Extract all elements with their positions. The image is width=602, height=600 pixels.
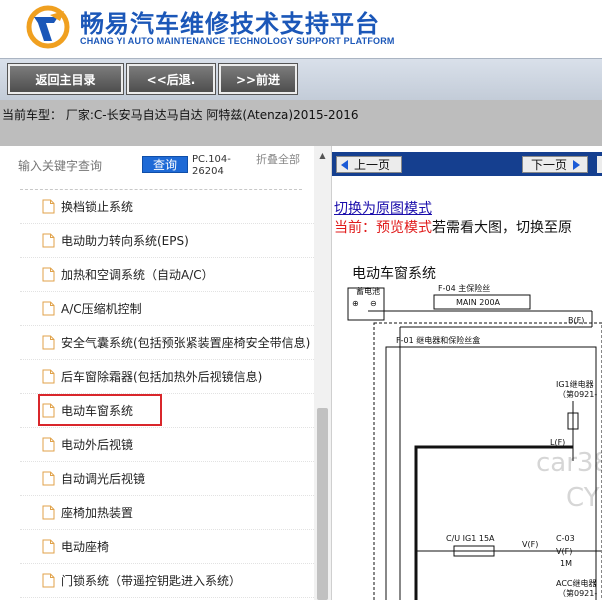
document-icon [42,199,55,214]
forward-button[interactable]: >>前进 [218,63,298,95]
tree-item[interactable]: 座椅加热装置 [20,496,316,530]
document-icon [42,505,55,520]
tree-item[interactable]: 后车窗除霜器(包括加热外后视镜信息) [20,360,316,394]
arrow-right-icon [573,159,581,170]
mode-status-line: 当前：预览模式若需看大图，切换至原 [334,217,572,237]
prev-page-label: 上一页 [354,158,391,172]
mode-prefix: 当前：预览模式 [334,220,432,236]
search-button[interactable]: 查询 [142,156,188,173]
tree-item[interactable]: 电动座椅 [20,530,316,564]
terminal-l: L(F) [550,438,565,447]
catalog-panel: 查询 PC.104-26204 折叠全部 换档锁止系统电动助力转向系统(EPS)… [0,146,332,600]
app-subtitle: CHANG YI AUTO MAINTENANCE TECHNOLOGY SUP… [80,36,395,46]
tree-item-label: 自动调光后视镜 [61,472,146,486]
tree-item-label: 电动外后视镜 [61,438,134,452]
relay-box-label: F-01 继电器和保险丝盒 [396,335,480,345]
tree-item[interactable]: 安全气囊系统(包括预张紧装置座椅安全带信息) [20,326,316,360]
document-icon [42,335,55,350]
tree-item-label: 座椅加热装置 [61,506,134,520]
app-header: 畅易汽车维修技术支持平台 CHANG YI AUTO MAINTENANCE T… [0,0,602,58]
tree-item[interactable]: A/C压缩机控制 [20,292,316,326]
switch-original-mode-link[interactable]: 切换为原图模式 [334,198,432,218]
tree-item-label: 安全气囊系统(包括预张紧装置座椅安全带信息) [61,336,311,350]
tree-item[interactable]: 加热和空调系统（自动A/C） [20,258,316,292]
main-fuse-label: MAIN 200A [456,298,501,307]
back-button[interactable]: <<后退. [126,63,216,95]
catalog-scrollbar[interactable]: ▲ [314,146,331,600]
document-icon [42,539,55,554]
wiring-diagram-svg: car38 CY 蓄电池 ⊕ ⊖ F-04 主保险丝 MAIN 200A B(F… [347,283,602,600]
terminal-b: B(F) [568,316,584,325]
watermark-text-1: car38 [536,448,602,478]
prev-page-button[interactable]: 上一页 [336,156,402,173]
watermark-text-2: CY [566,483,600,513]
document-icon [42,471,55,486]
app-title: 畅易汽车维修技术支持平台 [80,10,380,38]
tree-item[interactable]: 自动调光后视镜 [20,462,316,496]
tree-item-label: 后车窗除霜器(包括加热外后视镜信息) [61,370,263,384]
search-input[interactable] [18,156,136,176]
wiring-diagram: 电动车窗系统 car38 CY 蓄电池 ⊕ ⊖ F-04 主保险丝 MAIN 2… [346,261,602,600]
next-page-label: 下一页 [531,158,568,172]
connector-pin: 1M [560,559,572,568]
document-viewer: 上一页 下一页 切换为原图模式 当前：预览模式若需看大图，切换至原 电动车窗系统… [332,146,602,600]
scroll-thumb[interactable] [317,408,328,600]
page-nav-strip: 上一页 下一页 [332,152,602,176]
ig1-relay-sub: （第0921- [558,389,597,399]
battery-label: 蓄电池 [356,286,380,296]
tree-item-label: 门锁系统（带遥控钥匙进入系统） [61,574,242,588]
main-toolbar: 返回主目录 <<后退. >>前进 [0,58,602,100]
arrow-left-icon [341,159,348,170]
document-icon [42,437,55,452]
selection-highlight [38,394,162,426]
next-page-button[interactable]: 下一页 [522,156,588,173]
search-row: 查询 PC.104-26204 折叠全部 [0,146,314,190]
document-icon [42,267,55,282]
acc-relay-label: ACC继电器 [556,578,597,588]
connector-c03: C-03 [556,534,575,543]
ig1-relay-label: IG1继电器 [556,379,594,389]
search-code-label: PC.104-26204 [192,154,231,177]
tree-item-label: 加热和空调系统（自动A/C） [61,268,214,282]
nav-strip-edge [597,156,602,173]
catalog-tree: 换档锁止系统电动助力转向系统(EPS) 加热和空调系统（自动A/C） A/C压缩机控… [0,190,316,598]
tree-item-label: 换档锁止系统 [61,200,134,214]
tree-item-label: 电动座椅 [61,540,110,554]
tree-item[interactable]: 门锁系统（带遥控钥匙进入系统） [20,564,316,598]
document-icon [42,301,55,316]
terminal-v1: V(F) [522,540,538,549]
tree-item[interactable]: 电动助力转向系统(EPS) [20,224,316,258]
document-icon [42,573,55,588]
chang-yi-logo-icon [26,5,70,49]
terminal-v2: V(F) [556,547,572,556]
scroll-up-icon[interactable]: ▲ [314,148,331,162]
battery-minus-icon: ⊖ [370,299,377,308]
home-button[interactable]: 返回主目录 [7,63,124,95]
vehicle-info-bar: 当前车型： 厂家:C-长安马自达马自达 阿特兹(Atenza)2015-2016 [0,100,602,146]
current-vehicle-text: 当前车型： 厂家:C-长安马自达马自达 阿特兹(Atenza)2015-2016 [2,108,359,122]
mode-suffix: 若需看大图，切换至原 [432,220,572,236]
main-fuse-name: F-04 主保险丝 [438,283,490,293]
document-icon [42,233,55,248]
tree-item-label: 电动助力转向系统(EPS) [61,234,189,248]
document-icon [42,369,55,384]
acc-relay-sub: （第0921- [558,588,597,598]
cu-ig1-fuse-label: C/U IG1 15A [446,534,495,543]
battery-plus-icon: ⊕ [352,299,359,308]
tree-item[interactable]: 电动外后视镜 [20,428,316,462]
collapse-all-button[interactable]: 折叠全部 [256,154,300,166]
tree-item[interactable]: 电动车窗系统 [20,394,316,428]
tree-item[interactable]: 换档锁止系统 [20,190,316,224]
tree-item-label: A/C压缩机控制 [61,302,142,316]
